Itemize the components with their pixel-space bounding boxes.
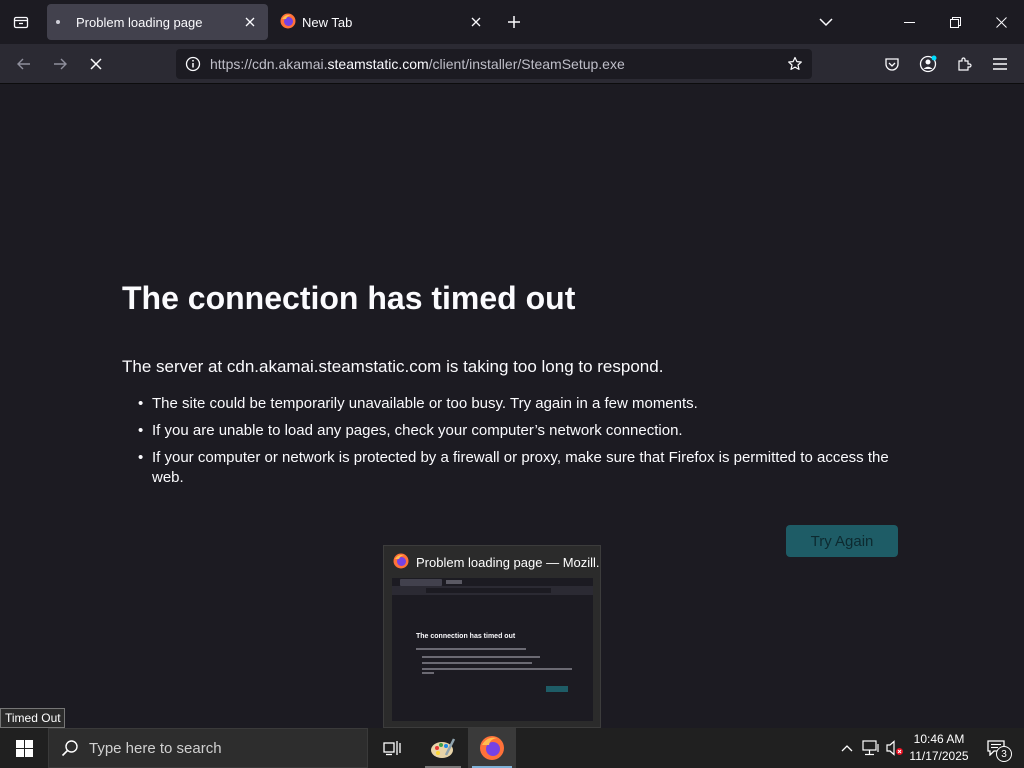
try-again-button[interactable]: Try Again (786, 525, 898, 557)
close-window-button[interactable] (978, 0, 1024, 44)
firefox-logo-icon (393, 553, 409, 572)
preview-title: Problem loading page — Mozill... (416, 554, 600, 570)
arrow-left-icon (17, 58, 30, 70)
volume-button[interactable] (884, 728, 906, 768)
preview-header: Problem loading page — Mozill... (384, 546, 600, 578)
thumb-text-line (416, 648, 526, 650)
start-button[interactable] (0, 728, 48, 768)
site-info-icon[interactable] (178, 56, 208, 72)
error-description: The server at cdn.akamai.steamstatic.com… (122, 357, 664, 376)
clock-time: 10:46 AM (913, 732, 965, 746)
screen: Problem loading page New Tab https://cdn… (0, 0, 1024, 768)
windows-logo-icon (15, 739, 33, 757)
thumb-error-title: The connection has timed out (416, 633, 516, 640)
tab-strip: Problem loading page New Tab (0, 0, 1024, 44)
new-tab-button[interactable] (502, 10, 526, 34)
firefox-logo-icon (480, 736, 504, 760)
close-icon (995, 16, 1007, 28)
thumb-text-line (422, 668, 572, 670)
task-view-button[interactable] (368, 728, 416, 768)
list-item: If you are unable to load any pages, che… (138, 421, 908, 441)
tab-new-tab[interactable]: New Tab (272, 4, 494, 40)
preview-thumbnail[interactable]: The connection has timed out (392, 578, 593, 721)
hamburger-menu-icon (993, 58, 1007, 70)
search-placeholder: Type here to search (89, 739, 222, 757)
forward-button[interactable] (46, 50, 74, 78)
pocket-icon (885, 58, 899, 71)
error-title: The connection has timed out (122, 280, 576, 316)
restore-icon (949, 16, 961, 28)
tab-title: Problem loading page (76, 14, 203, 30)
thumb-try-again-button (546, 686, 568, 692)
notification-center-button[interactable]: 3 (978, 728, 1014, 768)
network-status-button[interactable] (860, 728, 882, 768)
url-path: /client/installer/SteamSetup.exe (428, 56, 625, 72)
firefox-view-button[interactable] (6, 8, 36, 36)
puzzle-icon (958, 57, 972, 71)
thumb-text-line (422, 662, 532, 664)
error-suggestions: The site could be temporarily unavailabl… (138, 394, 908, 495)
account-button[interactable] (914, 50, 942, 78)
close-icon (245, 17, 255, 27)
thumb-url-bar (426, 588, 551, 593)
volume-muted-icon (886, 740, 903, 756)
url-bar[interactable]: https://cdn.akamai.steamstatic.com/clien… (176, 49, 812, 79)
tab-problem-loading[interactable]: Problem loading page (47, 4, 268, 40)
minimize-icon (903, 21, 915, 23)
show-hidden-icons-button[interactable] (838, 728, 856, 768)
tooltip: Timed Out (0, 708, 65, 728)
pocket-button[interactable] (878, 50, 906, 78)
restore-button[interactable] (932, 0, 978, 44)
list-item: The site could be temporarily unavailabl… (138, 394, 908, 414)
url-text[interactable]: https://cdn.akamai.steamstatic.com/clien… (208, 56, 780, 72)
extensions-button[interactable] (950, 50, 978, 78)
thumb-tab (400, 579, 442, 586)
list-all-tabs-button[interactable] (814, 10, 838, 34)
firefox-logo-icon (280, 13, 296, 32)
thumb-tab (446, 580, 462, 584)
list-item: If your computer or network is protected… (138, 448, 908, 488)
system-clock[interactable]: 10:46 AM 11/17/2025 (906, 728, 972, 768)
minimize-button[interactable] (886, 0, 932, 44)
url-prefix: https://cdn.akamai. (210, 56, 328, 72)
tab-title: New Tab (302, 14, 353, 30)
windows-taskbar: Type here to search 10:46 AM 11/17/2025 (0, 728, 1024, 768)
taskbar-app-firefox[interactable] (468, 728, 516, 768)
plus-icon (508, 16, 520, 28)
url-host: steamstatic.com (327, 56, 429, 72)
navigation-toolbar: https://cdn.akamai.steamstatic.com/clien… (0, 44, 1024, 84)
thumb-text-line (422, 672, 434, 674)
clock-date: 11/17/2025 (909, 749, 969, 763)
back-button[interactable] (10, 50, 38, 78)
star-icon (788, 56, 802, 70)
taskbar-search-box[interactable]: Type here to search (48, 728, 368, 768)
taskbar-thumbnail-preview[interactable]: Problem loading page — Mozill... The con… (383, 545, 601, 728)
network-ethernet-icon (862, 740, 879, 756)
menu-button[interactable] (986, 50, 1014, 78)
close-icon (471, 17, 481, 27)
search-icon (61, 739, 79, 757)
stop-button[interactable] (82, 50, 110, 78)
chevron-up-icon (841, 745, 853, 752)
thumb-text-line (422, 656, 540, 658)
taskbar-app-paint[interactable] (419, 728, 467, 768)
tab-close-button[interactable] (464, 10, 488, 34)
chevron-down-icon (819, 18, 833, 27)
task-view-icon (383, 741, 401, 756)
firefox-view-icon (13, 16, 29, 29)
paint-palette-icon (431, 738, 456, 758)
loading-dot-icon (56, 20, 60, 24)
bookmark-star-button[interactable] (780, 56, 810, 72)
arrow-right-icon (54, 58, 67, 70)
notification-count-badge: 3 (996, 746, 1012, 762)
stop-icon (90, 58, 102, 70)
tab-close-button[interactable] (238, 10, 262, 34)
account-icon (919, 55, 937, 73)
